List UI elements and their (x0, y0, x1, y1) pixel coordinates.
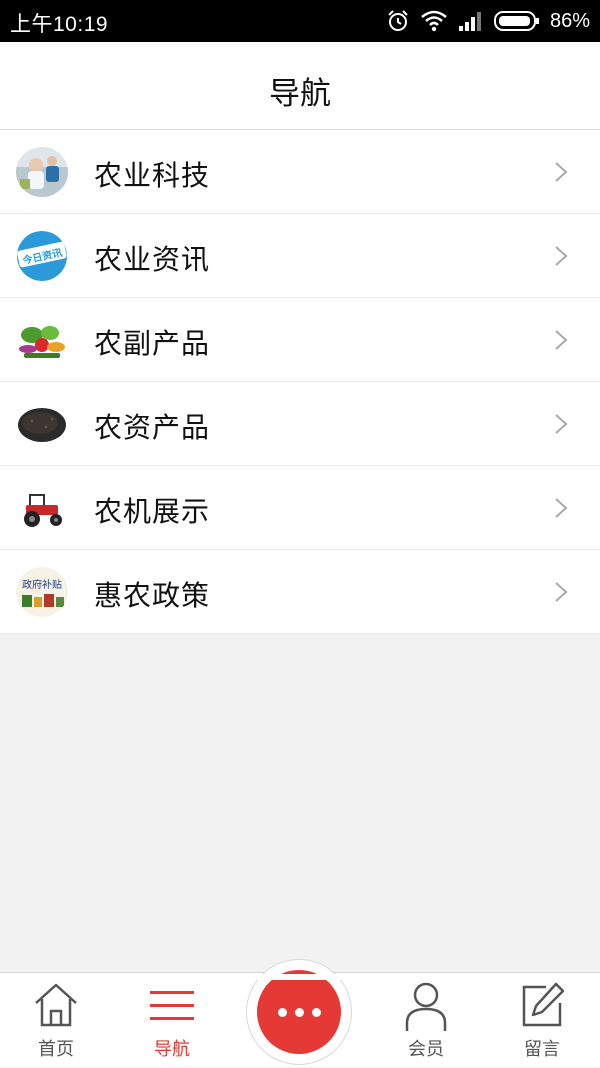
chevron-right-icon (555, 246, 568, 266)
status-bar: 上午10:19 86% (0, 0, 600, 42)
edit-icon (522, 982, 565, 1027)
agri-news-thumb: 今日资讯 (16, 231, 68, 281)
policy-thumb: 政府补贴 (16, 567, 68, 617)
svg-text:政府补贴: 政府补贴 (22, 578, 62, 591)
menu-item-label: 农资产品 (94, 411, 211, 444)
status-icons: 86% (386, 6, 590, 36)
menu-item-tractor[interactable]: 农机展示 (0, 466, 600, 550)
battery-icon (493, 11, 539, 31)
menu-item-agri-supplies[interactable]: 农资产品 (0, 382, 600, 466)
menu-item-label: 农业资讯 (94, 243, 211, 276)
alarm-icon (388, 10, 408, 31)
menu-item-label: 农机展示 (94, 495, 211, 528)
nav-member[interactable]: 会员 (376, 973, 476, 1068)
chevron-right-icon (555, 582, 568, 602)
farm-products-thumb (16, 315, 68, 365)
menu-item-agri-news[interactable]: 今日资讯 农业资讯 (0, 214, 600, 298)
agri-supplies-thumb (16, 399, 68, 449)
menu-icon (150, 991, 194, 1020)
home-icon (35, 983, 77, 1027)
status-time: 上午10:19 (10, 13, 109, 36)
nav-home[interactable]: 首页 (6, 973, 106, 1068)
chevron-right-icon (555, 162, 568, 182)
nav-home-label: 首页 (38, 1039, 74, 1060)
tractor-thumb (16, 483, 68, 533)
user-icon (405, 982, 447, 1031)
menu-item-label: 农副产品 (94, 327, 211, 360)
nav-navigation[interactable]: 导航 (122, 973, 222, 1068)
menu-item-label: 惠农政策 (94, 579, 211, 612)
wifi-icon (421, 10, 447, 32)
signal-icon (458, 12, 481, 31)
nav-member-label: 会员 (408, 1039, 444, 1060)
chevron-right-icon (555, 498, 568, 518)
nav-message[interactable]: 留言 (492, 973, 592, 1068)
bottom-nav: 首页 导航 会员 留言 (0, 959, 600, 1068)
more-button[interactable] (257, 970, 341, 1054)
page-title: 导航 (269, 76, 331, 112)
menu-item-label: 农业科技 (94, 159, 211, 192)
nav-navigation-label: 导航 (154, 1039, 190, 1060)
battery-level: 86% (549, 9, 590, 32)
chevron-right-icon (555, 414, 568, 434)
menu-item-agri-tech[interactable]: 农业科技 (0, 130, 600, 214)
more-icon (257, 970, 341, 1054)
agri-tech-thumb (16, 147, 68, 197)
nav-message-label: 留言 (524, 1039, 560, 1060)
menu-item-policy[interactable]: 政府补贴 惠农政策 (0, 550, 600, 634)
header: 导航 (0, 42, 600, 130)
chevron-right-icon (555, 330, 568, 350)
menu-item-farm-products[interactable]: 农副产品 (0, 298, 600, 382)
nav-menu-list: 农业科技 今日资讯 农业资讯 农副产品 农资产品 农机展示 政府补贴 惠农政策 (0, 130, 600, 634)
